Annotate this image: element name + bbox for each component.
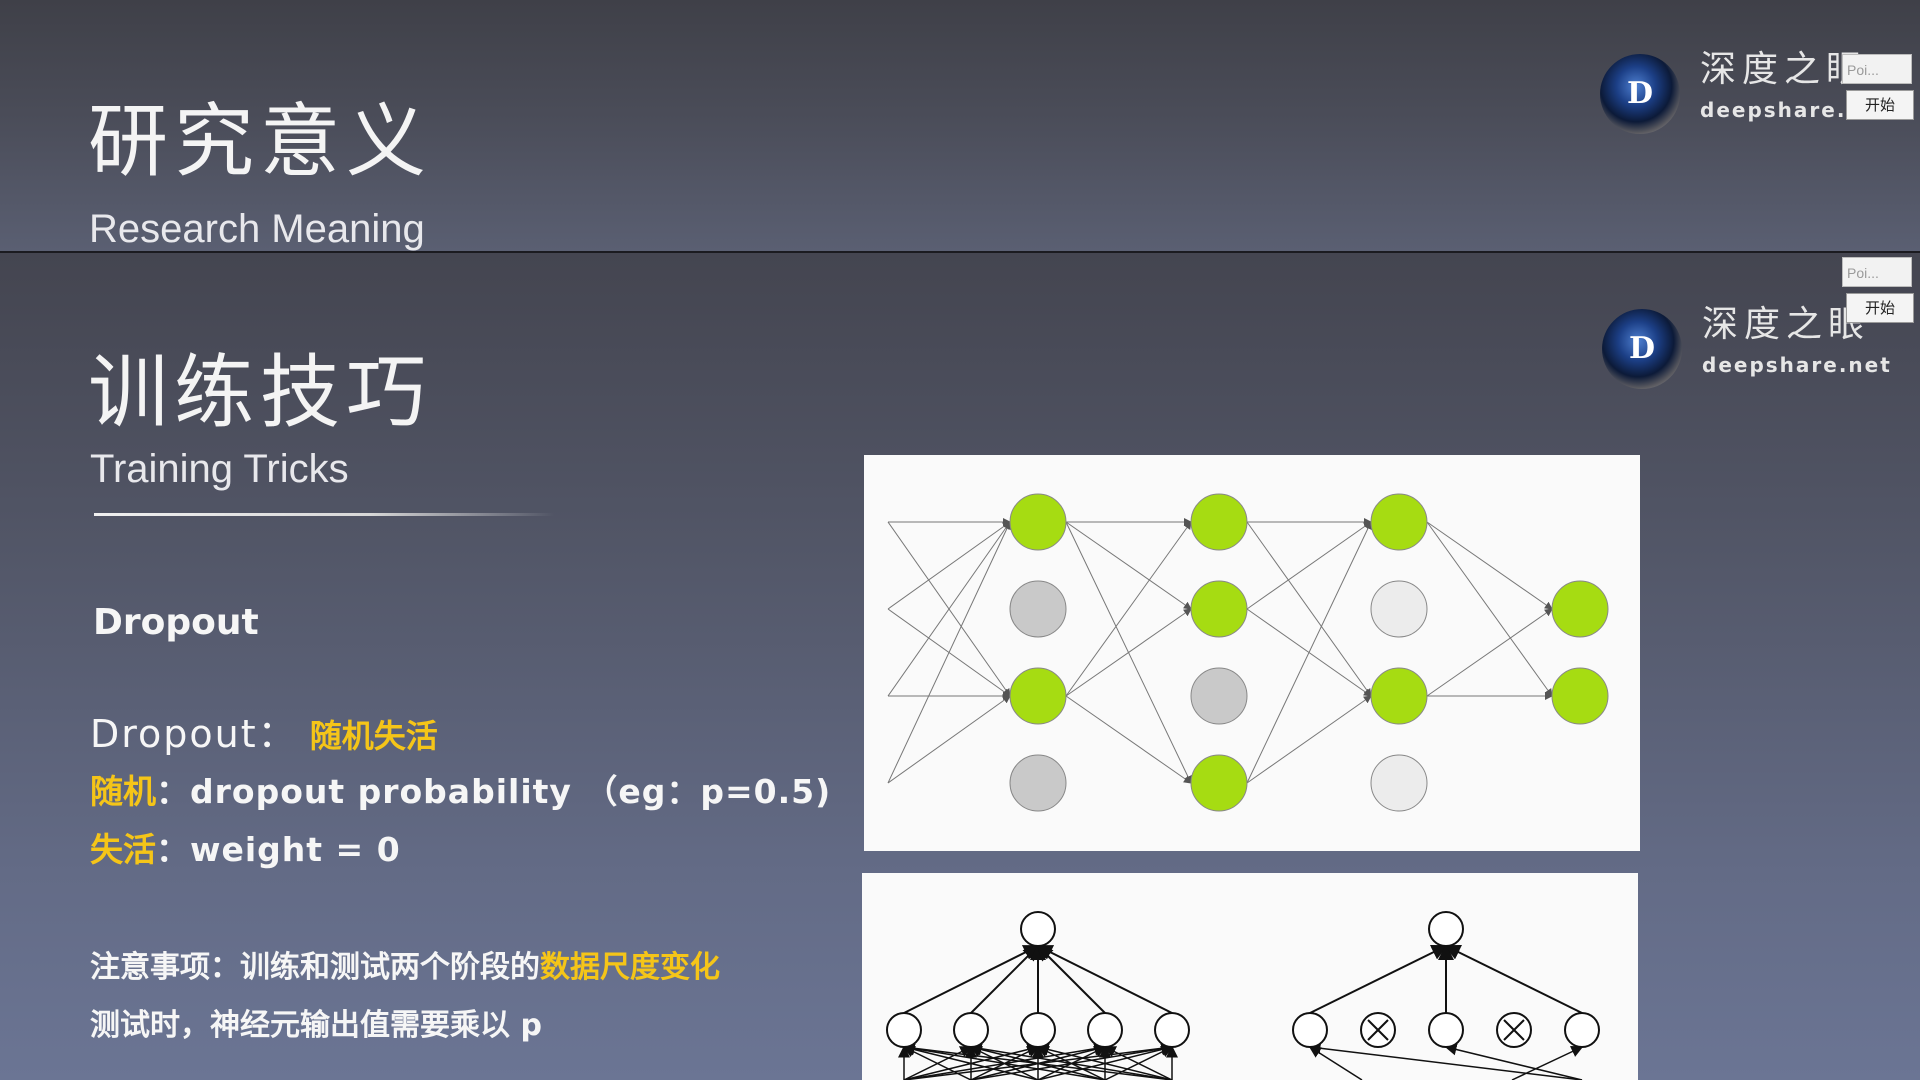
active-neuron — [1370, 667, 1428, 725]
deactivation-line: 失活：weight = 0 — [90, 833, 401, 866]
hidden-neuron — [1020, 1012, 1056, 1048]
title-underline — [94, 513, 554, 516]
dropout-definition: Dropout： 随机失活 — [90, 715, 438, 753]
dropout-label: Dropout： — [90, 712, 298, 756]
dropped-neuron — [1009, 580, 1067, 638]
dropped-neuron — [1009, 754, 1067, 812]
active-neuron — [1009, 493, 1067, 551]
inactive-neuron — [1370, 754, 1428, 812]
top-slide: 研究意义 Research Meaning D 深度之眼 deepshare.n… — [0, 0, 1920, 251]
hidden-neuron — [1564, 1012, 1600, 1048]
dropout-highlight: 随机失活 — [309, 717, 438, 755]
network-edge — [1065, 695, 1192, 784]
hidden-neuron — [1154, 1012, 1190, 1048]
active-neuron — [1190, 493, 1248, 551]
overlay-widget: Poi... 开始 — [1842, 257, 1916, 329]
network-edge — [1444, 1043, 1583, 1080]
active-neuron — [1190, 580, 1248, 638]
inactive-neuron — [1370, 580, 1428, 638]
hidden-neuron — [1428, 1012, 1464, 1048]
pointer-input[interactable]: Poi... — [1842, 257, 1912, 287]
network-edge — [1246, 521, 1372, 610]
hidden-neuron — [1292, 1012, 1328, 1048]
network-edge — [1246, 521, 1372, 697]
hidden-neuron — [886, 1012, 922, 1048]
network-edge — [970, 944, 1040, 1014]
random-text: ：dropout probability （eg：p=0.5) — [156, 772, 832, 811]
deactivation-text: ：weight = 0 — [156, 830, 401, 869]
network-edge — [1308, 1042, 1583, 1080]
network-edge — [1246, 695, 1372, 784]
dropped-neuron — [1190, 667, 1248, 725]
comparison-svg — [886, 911, 1600, 1080]
overlay-widget: Poi... 开始 — [1842, 54, 1916, 126]
hidden-neuron — [953, 1012, 989, 1048]
network-edge — [1246, 521, 1372, 784]
slide-title-cn: 训练技巧 — [88, 346, 432, 439]
network-edge — [1444, 945, 1583, 1014]
deactivation-highlight: 失活 — [90, 830, 156, 869]
network-edge — [903, 945, 1040, 1014]
logo-text-en: deepshare.net — [1702, 353, 1892, 377]
slide-title-cn: 研究意义 — [88, 95, 432, 188]
active-neuron — [1370, 493, 1428, 551]
slide-title-en: Research Meaning — [89, 207, 425, 251]
network-svg — [887, 493, 1609, 812]
network-edge — [1309, 945, 1448, 1014]
random-line: 随机：dropout probability （eg：p=0.5) — [90, 775, 831, 808]
dropout-network-diagram — [864, 455, 1640, 851]
note-line-1: 注意事项：训练和测试两个阶段的数据尺度变化 — [90, 953, 720, 983]
network-edge — [1426, 521, 1553, 610]
active-neuron — [1009, 667, 1067, 725]
random-highlight: 随机 — [90, 772, 156, 811]
bottom-slide: 训练技巧 Training Tricks D 深度之眼 deepshare.ne… — [0, 253, 1920, 1080]
network-edge — [1036, 945, 1173, 1014]
network-edge — [1036, 944, 1106, 1014]
output-neuron — [1020, 911, 1056, 947]
network-edge — [887, 521, 1011, 784]
active-neuron — [1551, 580, 1609, 638]
active-neuron — [1190, 754, 1248, 812]
note-text: 注意事项：训练和测试两个阶段的 — [90, 950, 540, 985]
network-edge — [1426, 608, 1553, 697]
section-heading: Dropout — [93, 602, 259, 643]
start-button[interactable]: 开始 — [1846, 90, 1914, 120]
network-edge — [1426, 521, 1553, 697]
active-neuron — [1551, 667, 1609, 725]
logo-mark: D — [1626, 76, 1653, 111]
logo-mark: D — [1628, 331, 1655, 366]
network-edge — [1065, 521, 1192, 697]
network-edge — [1065, 608, 1192, 697]
start-button[interactable]: 开始 — [1846, 293, 1914, 323]
output-neuron — [1428, 911, 1464, 947]
network-edge — [887, 695, 1011, 784]
dropout-comparison-diagram — [862, 873, 1638, 1080]
hidden-neuron — [1087, 1012, 1123, 1048]
network-edge — [1065, 521, 1192, 610]
network-edge — [887, 521, 1011, 610]
note-line-2: 测试时，神经元输出值需要乘以 p — [90, 1008, 542, 1043]
pointer-input[interactable]: Poi... — [1842, 54, 1912, 84]
note-highlight: 数据尺度变化 — [540, 950, 720, 985]
slide-title-en: Training Tricks — [90, 447, 349, 491]
